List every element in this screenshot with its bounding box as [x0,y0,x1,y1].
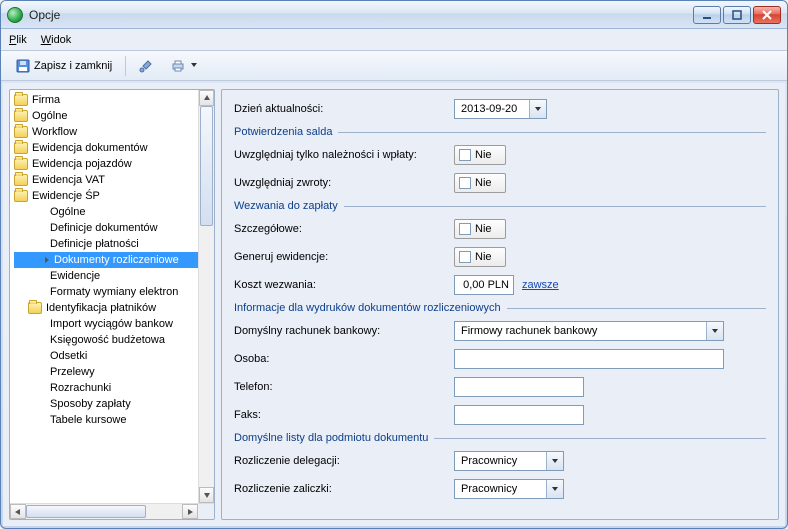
date-input[interactable]: 2013-09-20 [454,99,547,119]
tree-horizontal-scrollbar[interactable] [10,503,214,519]
tree-node-sp-ksiegowosc[interactable]: Księgowość budżetowa [14,332,214,348]
chevron-down-icon[interactable] [529,100,546,118]
scroll-thumb[interactable] [200,106,213,226]
tree-node-sp-import[interactable]: Import wyciągów bankow [14,316,214,332]
group-wezwania-do-zaplaty: Wezwania do zapłaty [234,200,766,212]
scroll-thumb-h[interactable] [26,505,146,518]
save-close-button[interactable]: Zapisz i zamknij [9,55,119,77]
generuj-ewidencje-label: Generuj ewidencje: [234,251,454,263]
nav-tree: Firma Ogólne Workflow Ewidencja dokument… [10,90,214,430]
tree-node-sp-dok-rozl[interactable]: Dokumenty rozliczeniowe [14,252,214,268]
tree-vertical-scrollbar[interactable] [198,90,214,503]
rozliczenie-zaliczki-label: Rozliczenie zaliczki: [234,483,454,495]
save-close-label: Zapisz i zamknij [34,60,112,72]
folder-icon [14,110,28,122]
tools-button[interactable] [132,55,160,77]
tree-node-sp-rozrachunki[interactable]: Rozrachunki [14,380,214,396]
tree-node-workflow[interactable]: Workflow [14,124,214,140]
group-potwierdzenia-salda: Potwierdzenia salda [234,126,766,138]
folder-icon [14,174,28,186]
checkbox-icon [459,149,471,161]
uwzgledniaj-naleznosci-label: Uwzględniaj tylko należności i wpłaty: [234,149,454,161]
tree-node-sp-odsetki[interactable]: Odsetki [14,348,214,364]
szczegolowe-toggle[interactable]: Nie [454,219,506,239]
arrow-right-icon [42,257,52,263]
tree-node-sp-def-dok[interactable]: Definicje dokumentów [14,220,214,236]
printer-icon [171,59,185,73]
telefon-label: Telefon: [234,381,454,393]
close-button[interactable] [753,6,781,24]
tree-node-ogolne[interactable]: Ogólne [14,108,214,124]
checkbox-icon [459,177,471,189]
uwzgledniaj-zwroty-toggle[interactable]: Nie [454,173,506,193]
window-title: Opcje [29,8,693,22]
print-button[interactable] [164,55,204,77]
app-window: Opcje Plik Widok Zapisz i zamknij [0,0,788,529]
folder-icon [14,190,28,202]
tree-node-sp-def-plat[interactable]: Definicje płatności [14,236,214,252]
szczegolowe-label: Szczegółowe: [234,223,454,235]
menu-file[interactable]: Plik [9,34,27,46]
date-label: Dzień aktualności: [234,103,454,115]
scroll-right-icon[interactable] [182,504,198,519]
group-domyslne-listy: Domyślne listy dla podmiotu dokumentu [234,432,766,444]
chevron-down-icon[interactable] [706,322,723,340]
tree-node-ewid-sp[interactable]: Ewidencje ŚP [14,188,214,204]
menu-view[interactable]: Widok [41,34,72,46]
uwzgledniaj-naleznosci-toggle[interactable]: Nie [454,145,506,165]
group-informacje-wydruk: Informacje dla wydruków dokumentów rozli… [234,302,766,314]
app-icon [7,7,23,23]
folder-icon [14,142,28,154]
rozliczenie-delegacji-label: Rozliczenie delegacji: [234,455,454,467]
faks-label: Faks: [234,409,454,421]
chevron-down-icon [191,63,197,69]
domyslny-rachunek-combo[interactable]: Firmowy rachunek bankowy [454,321,724,341]
nav-tree-panel: Firma Ogólne Workflow Ewidencja dokument… [9,89,215,520]
form-panel: Dzień aktualności: 2013-09-20 Potwierdze… [221,89,779,520]
tree-node-sp-formaty[interactable]: Formaty wymiany elektron [14,284,214,300]
tree-node-ewid-poj[interactable]: Ewidencja pojazdów [14,156,214,172]
menu-bar: Plik Widok [1,29,787,51]
domyslny-rachunek-label: Domyślny rachunek bankowy: [234,325,454,337]
maximize-button[interactable] [723,6,751,24]
save-icon [16,59,30,73]
chevron-down-icon[interactable] [546,452,563,470]
folder-icon [14,158,28,170]
generuj-ewidencje-toggle[interactable]: Nie [454,247,506,267]
folder-icon [14,94,28,106]
minimize-button[interactable] [693,6,721,24]
tree-node-sp-tabele[interactable]: Tabele kursowe [14,412,214,428]
rozliczenie-delegacji-combo[interactable]: Pracownicy [454,451,564,471]
toolbar: Zapisz i zamknij [1,51,787,81]
wrench-icon [139,59,153,73]
checkbox-icon [459,251,471,263]
tree-node-firma[interactable]: Firma [14,92,214,108]
tree-node-sp-ogolne[interactable]: Ogólne [14,204,214,220]
title-bar: Opcje [1,1,787,29]
zawsze-link[interactable]: zawsze [522,279,559,291]
checkbox-icon [459,223,471,235]
uwzgledniaj-zwroty-label: Uwzględniaj zwroty: [234,177,454,189]
tree-node-sp-identyfikacja[interactable]: Identyfikacja płatników [14,300,214,316]
scroll-left-icon[interactable] [10,504,26,519]
tree-node-sp-ewidencje[interactable]: Ewidencje [14,268,214,284]
koszt-wezwania-label: Koszt wezwania: [234,279,454,291]
tree-node-sp-sposoby[interactable]: Sposoby zapłaty [14,396,214,412]
folder-icon [14,126,28,138]
telefon-input[interactable] [454,377,584,397]
tree-node-ewid-dok[interactable]: Ewidencja dokumentów [14,140,214,156]
chevron-down-icon[interactable] [546,480,563,498]
koszt-wezwania-input[interactable]: 0,00 PLN [454,275,514,295]
osoba-label: Osoba: [234,353,454,365]
faks-input[interactable] [454,405,584,425]
rozliczenie-zaliczki-combo[interactable]: Pracownicy [454,479,564,499]
tree-node-sp-przelewy[interactable]: Przelewy [14,364,214,380]
scroll-down-icon[interactable] [199,487,214,503]
folder-icon [28,302,42,314]
scroll-up-icon[interactable] [199,90,214,106]
osoba-input[interactable] [454,349,724,369]
tree-node-ewid-vat[interactable]: Ewidencja VAT [14,172,214,188]
